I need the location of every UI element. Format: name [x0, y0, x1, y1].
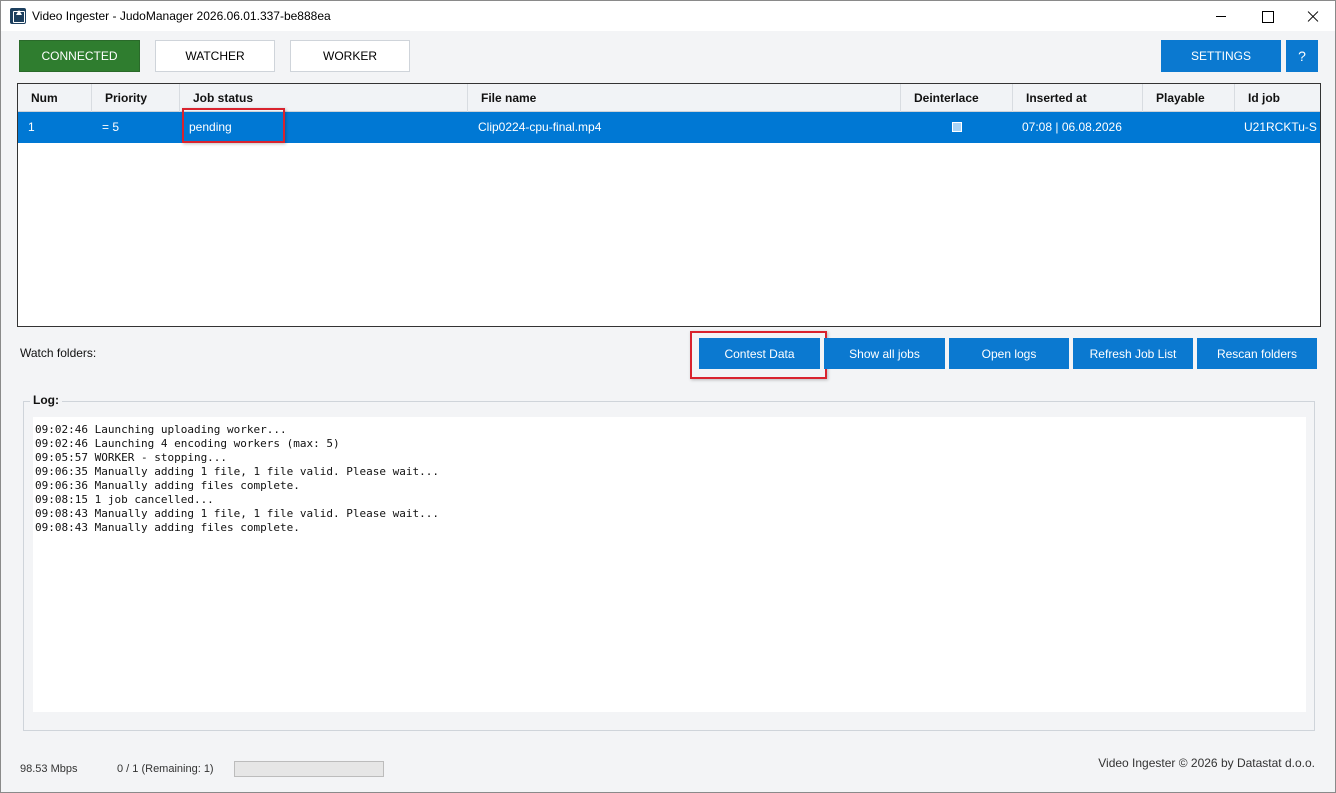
log-line: 09:02:46 Launching 4 encoding workers (m…: [35, 437, 340, 450]
log-line: 09:05:57 WORKER - stopping...: [35, 451, 228, 464]
log-line: 09:02:46 Launching uploading worker...: [35, 423, 287, 436]
cell-id-job: U21RCKTu-S: [1244, 120, 1317, 134]
job-count: 0 / 1 (Remaining: 1): [117, 763, 214, 775]
column-header-playable[interactable]: Playable: [1143, 84, 1235, 112]
refresh-job-list-button[interactable]: Refresh Job List: [1073, 338, 1193, 369]
column-header-file-name[interactable]: File name: [468, 84, 901, 112]
app-icon: [10, 8, 26, 24]
column-header-priority[interactable]: Priority: [92, 84, 180, 112]
window-title: Video Ingester - JudoManager 2026.06.01.…: [32, 9, 331, 23]
rescan-folders-button[interactable]: Rescan folders: [1197, 338, 1317, 369]
log-line: 09:06:36 Manually adding files complete.: [35, 479, 300, 492]
maximize-icon[interactable]: [1244, 1, 1290, 31]
progress-bar: [234, 761, 384, 777]
log-line: 09:06:35 Manually adding 1 file, 1 file …: [35, 465, 439, 478]
help-button[interactable]: ?: [1286, 40, 1318, 72]
close-icon[interactable]: [1290, 1, 1336, 31]
jobs-table[interactable]: Num Priority Job status File name Deinte…: [17, 83, 1321, 327]
app-window: Video Ingester - JudoManager 2026.06.01.…: [0, 0, 1336, 793]
log-title: Log:: [30, 393, 62, 407]
log-output[interactable]: 09:02:46 Launching uploading worker... 0…: [33, 417, 1306, 712]
status-highlight-box: [182, 108, 285, 143]
column-header-id-job[interactable]: Id job: [1235, 84, 1320, 112]
log-line: 09:08:43 Manually adding 1 file, 1 file …: [35, 507, 439, 520]
cell-inserted-at: 07:08 | 06.08.2026: [1022, 120, 1122, 134]
copyright-text: Video Ingester © 2026 by Datastat d.o.o.: [1098, 756, 1315, 770]
deinterlace-checkbox[interactable]: [952, 122, 962, 132]
column-header-inserted-at[interactable]: Inserted at: [1013, 84, 1143, 112]
open-logs-button[interactable]: Open logs: [949, 338, 1069, 369]
cell-file-name: Clip0224-cpu-final.mp4: [478, 120, 602, 134]
column-header-num[interactable]: Num: [18, 84, 92, 112]
settings-button[interactable]: SETTINGS: [1161, 40, 1281, 72]
watcher-button[interactable]: WATCHER: [155, 40, 275, 72]
title-bar: Video Ingester - JudoManager 2026.06.01.…: [1, 1, 1335, 31]
log-line: 09:08:15 1 job cancelled...: [35, 493, 214, 506]
connected-button[interactable]: CONNECTED: [19, 40, 140, 72]
watch-folders-label: Watch folders:: [20, 346, 97, 360]
log-group: Log: 09:02:46 Launching uploading worker…: [23, 393, 1315, 731]
minimize-icon[interactable]: [1198, 1, 1244, 31]
worker-button[interactable]: WORKER: [290, 40, 410, 72]
show-all-jobs-button[interactable]: Show all jobs: [824, 338, 945, 369]
cell-priority: = 5: [102, 120, 120, 134]
column-header-deinterlace[interactable]: Deinterlace: [901, 84, 1013, 112]
main-content: CONNECTED WATCHER WORKER SETTINGS ? Num …: [1, 31, 1335, 792]
cell-num: 1: [28, 120, 35, 134]
contest-data-highlight-box: [690, 331, 827, 379]
log-line: 09:08:43 Manually adding files complete.: [35, 521, 300, 534]
upload-speed: 98.53 Mbps: [20, 763, 78, 775]
